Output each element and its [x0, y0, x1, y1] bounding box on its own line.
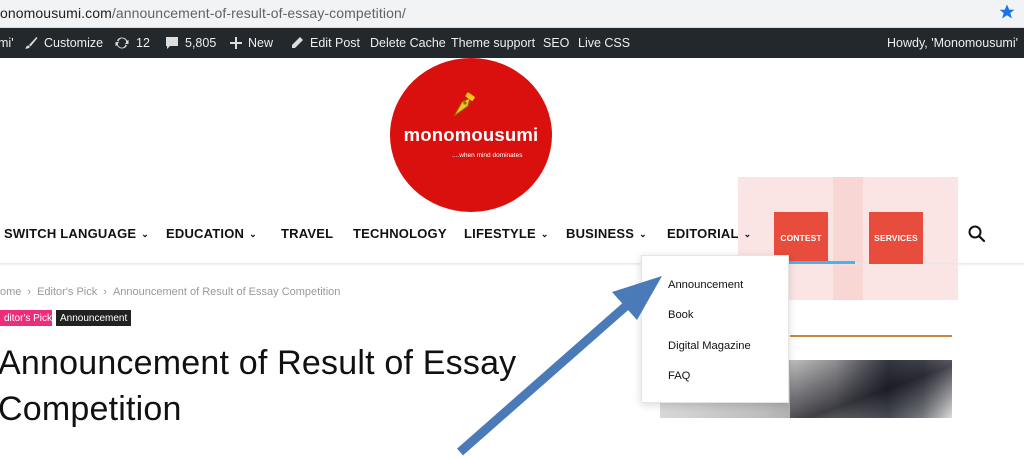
post-title-line-1: Announcement of Result of Essay [0, 344, 517, 382]
dropdown-item-announcement[interactable]: Announcement [668, 279, 743, 291]
pen-nib-icon [453, 92, 475, 117]
admin-customize[interactable]: Customize [24, 28, 103, 58]
breadcrumb-current: Announcement of Result of Essay Competit… [112, 286, 341, 298]
breadcrumb-editors-pick[interactable]: Editor's Pick [37, 286, 97, 298]
breadcrumb-home[interactable]: ome [0, 286, 21, 298]
chevron-down-icon: ⌄ [141, 229, 150, 239]
nav-business[interactable]: BUSINESS ⌄ [566, 226, 647, 241]
pencil-icon [292, 37, 303, 48]
plus-icon [230, 37, 242, 49]
site-logo[interactable]: monomousumi ....when mind dominates [390, 58, 552, 212]
logo-tagline: ....when mind dominates [452, 152, 523, 159]
bookmark-star-icon[interactable] [998, 3, 1016, 21]
breadcrumb: ome › Editor's Pick › Announcement of Result… [0, 286, 340, 298]
admin-site-link[interactable]: mi' [0, 28, 14, 58]
breadcrumb-separator: › [27, 286, 32, 298]
updates-icon [115, 37, 129, 49]
admin-seo[interactable]: SEO [543, 28, 569, 58]
comment-icon [166, 37, 178, 49]
breadcrumb-separator: › [103, 286, 107, 298]
admin-delete-cache[interactable]: Delete Cache [370, 28, 446, 58]
dropdown-item-digital-magazine[interactable]: Digital Magazine [668, 340, 751, 352]
admin-howdy[interactable]: Howdy, 'Monomousumi' [887, 28, 1018, 58]
dropdown-item-faq[interactable]: FAQ [668, 370, 690, 382]
nav-lifestyle[interactable]: LIFESTYLE ⌄ [464, 226, 549, 241]
chevron-down-icon: ⌄ [743, 229, 752, 239]
post-title: Announcement of Result of Essay Competit… [0, 340, 598, 432]
sidebar-divider [790, 335, 952, 337]
admin-updates[interactable]: 12 [114, 28, 150, 58]
admin-bar: mi' Customize 12 5,805 New Edit Post Del… [0, 28, 1024, 58]
nav-education[interactable]: EDUCATION ⌄ [166, 226, 257, 241]
chevron-down-icon: ⌄ [639, 229, 647, 239]
dropdown-item-book[interactable]: Book [668, 309, 694, 321]
url-host: onomousumi.com [0, 5, 112, 21]
services-button[interactable]: SERVICES [869, 212, 923, 264]
logo-wordmark: monomousumi [403, 124, 539, 145]
edit-post-label: Edit Post [310, 36, 361, 50]
paintbrush-icon [25, 37, 38, 49]
chevron-down-icon: ⌄ [540, 229, 549, 239]
admin-edit-post[interactable]: Edit Post [290, 28, 360, 58]
nav-technology[interactable]: TECHNOLOGY [353, 226, 447, 241]
browser-url-bar[interactable]: onomousumi.com/announcement-of-result-of… [0, 0, 1024, 28]
search-icon[interactable] [967, 224, 987, 244]
url-text[interactable]: onomousumi.com/announcement-of-result-of… [0, 5, 406, 21]
post-title-line-2: Competition [0, 390, 182, 428]
nav-switch-language[interactable]: SWITCH LANGUAGE ⌄ [4, 226, 149, 241]
url-path: /announcement-of-result-of-essay-competi… [111, 5, 406, 21]
editorial-dropdown-menu: Announcement Book Digital Magazine FAQ [641, 255, 789, 403]
admin-comments[interactable]: 5,805 [165, 28, 216, 58]
chevron-down-icon: ⌄ [249, 229, 257, 239]
new-label: New [248, 36, 274, 50]
tag-announcement[interactable]: Announcement [56, 310, 131, 326]
nav-editorial[interactable]: EDITORIAL ⌄ [667, 226, 751, 241]
admin-theme-support[interactable]: Theme support [451, 28, 535, 58]
admin-live-css[interactable]: Live CSS [578, 28, 630, 58]
updates-count: 12 [136, 36, 150, 50]
sidebar-photo-shade [790, 360, 952, 418]
customize-label: Customize [44, 36, 104, 50]
tag-editors-pick[interactable]: ditor's Pick [0, 310, 52, 326]
comments-count: 5,805 [185, 36, 217, 50]
nav-travel[interactable]: TRAVEL [281, 226, 333, 241]
admin-new[interactable]: New [230, 28, 273, 58]
